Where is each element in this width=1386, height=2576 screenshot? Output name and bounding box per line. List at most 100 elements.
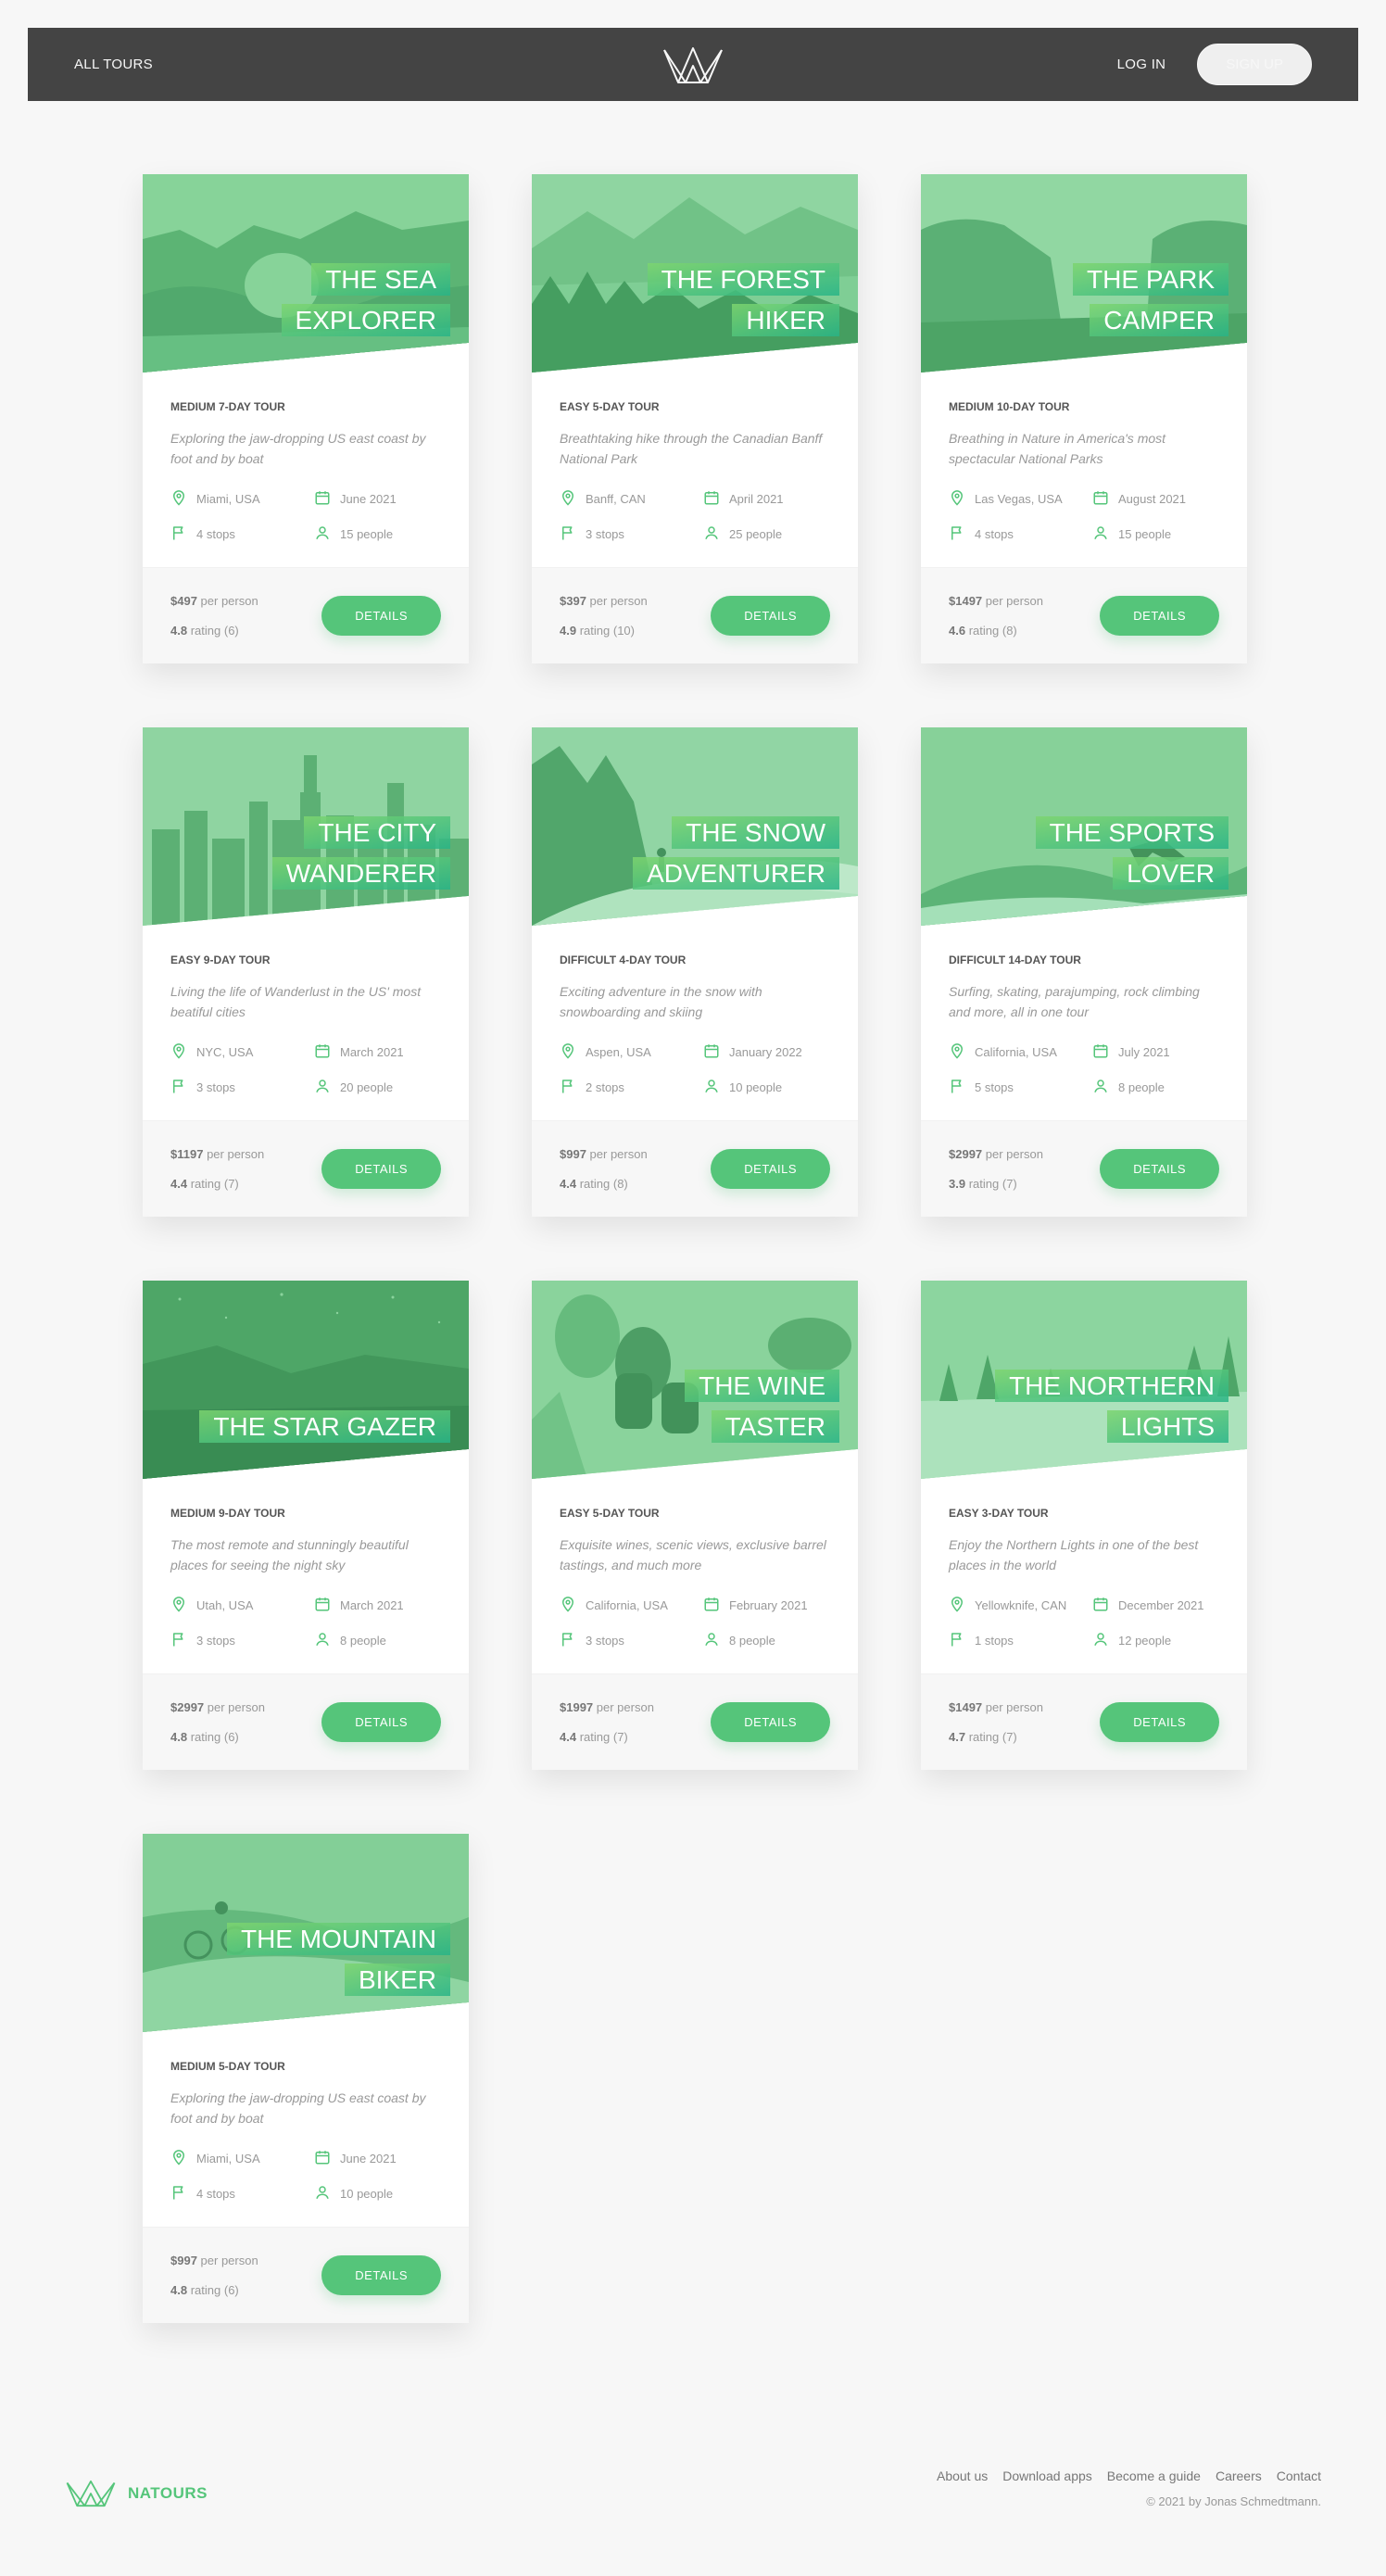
people-text: 25 people <box>729 527 783 541</box>
rating-count: (10) <box>612 623 635 638</box>
flag-icon <box>949 1078 965 1097</box>
people-item: 15 people <box>1092 524 1219 544</box>
people-text: 8 people <box>340 1634 386 1648</box>
calendar-icon <box>703 1042 720 1062</box>
tour-card: The Wine Taster Easy 5-day tour Exquisite w… <box>532 1281 858 1770</box>
price-value: $997 <box>170 2254 197 2268</box>
per-person-label: per person <box>596 1700 654 1715</box>
card-title-line-1: The Northern <box>995 1369 1228 1402</box>
details-button[interactable]: Details <box>1100 1149 1219 1189</box>
user-icon <box>1092 1078 1109 1097</box>
location-item: Aspen, USA <box>560 1042 703 1062</box>
card-title: The Star Gazer <box>189 1407 450 1447</box>
calendar-icon <box>703 1596 720 1615</box>
details-button[interactable]: Details <box>711 1702 830 1742</box>
footer-link-download[interactable]: Download apps <box>1002 2469 1092 2483</box>
login-link[interactable]: Log in <box>1117 57 1166 72</box>
per-person-label: per person <box>207 1700 265 1715</box>
footer-nav: About us Download apps Become a guide Ca… <box>937 2469 1321 2483</box>
rating-count: (8) <box>612 1176 628 1191</box>
page-frame: All tours Log in Sign up The Sea Explorer… <box>28 28 1358 2548</box>
location-text: California, USA <box>586 1598 668 1612</box>
crown-logo-icon <box>66 2480 116 2507</box>
card-footer: $1997 per person 4.4 rating (7) Details <box>532 1673 858 1770</box>
card-title-line-1: The Star Gazer <box>199 1409 450 1443</box>
tour-grid: The Sea Explorer Medium 7-day tour Explorin… <box>143 174 1247 2323</box>
card-title-line-1: The Wine <box>685 1369 839 1402</box>
card-footer: $1497 per person 4.7 rating (7) Details <box>921 1673 1247 1770</box>
calendar-icon <box>314 1042 331 1062</box>
details-button[interactable]: Details <box>321 2255 441 2295</box>
rating-label: rating <box>968 1729 1000 1744</box>
copyright: © 2021 by Jonas Schmedtmann. <box>1146 2494 1321 2508</box>
date-text: June 2021 <box>340 492 397 506</box>
stops-item: 3 stops <box>170 1631 314 1650</box>
card-title-line-1: The Sea <box>311 262 450 296</box>
card-footer: $2997 per person 4.8 rating (6) Details <box>143 1673 469 1770</box>
people-text: 10 people <box>729 1080 783 1094</box>
tour-image: The Park Camper <box>921 174 1247 373</box>
details-button[interactable]: Details <box>1100 1702 1219 1742</box>
card-body: Easy 5-day tour Exquisite wines, scenic v… <box>532 1479 858 1650</box>
per-person-label: per person <box>200 594 258 609</box>
rating-value: 4.4 <box>560 1176 577 1191</box>
price-value: $2997 <box>949 1147 983 1162</box>
card-footer: $997 per person 4.4 rating (8) Details <box>532 1120 858 1217</box>
people-item: 20 people <box>314 1078 441 1097</box>
location-text: Aspen, USA <box>586 1045 651 1059</box>
tour-image: The Star Gazer <box>143 1281 469 1479</box>
footer-link-careers[interactable]: Careers <box>1216 2469 1262 2483</box>
location-item: Las Vegas, USA <box>949 489 1092 509</box>
tour-details: Aspen, USA January 2022 2 stops 10 people <box>560 1042 830 1097</box>
card-title-line-1: The Park <box>1073 262 1228 296</box>
people-text: 15 people <box>1118 527 1172 541</box>
details-button[interactable]: Details <box>321 1149 441 1189</box>
footer-link-about[interactable]: About us <box>937 2469 988 2483</box>
all-tours-link[interactable]: All tours <box>74 57 153 72</box>
tour-summary: The most remote and stunningly beautiful… <box>170 1537 409 1573</box>
rating-value: 4.8 <box>170 1729 188 1744</box>
location-item: Miami, USA <box>170 2149 314 2168</box>
location-item: Banff, CAN <box>560 489 703 509</box>
details-button[interactable]: Details <box>711 1149 830 1189</box>
tour-summary: Enjoy the Northern Lights in one of the … <box>949 1537 1199 1573</box>
user-icon <box>314 2184 331 2203</box>
calendar-icon <box>314 2149 331 2168</box>
details-button[interactable]: Details <box>1100 596 1219 636</box>
card-footer: $2997 per person 3.9 rating (7) Details <box>921 1120 1247 1217</box>
price-rating: $1497 per person 4.6 rating (8) <box>949 587 1043 644</box>
calendar-icon <box>703 489 720 509</box>
card-body: Medium 9-day tour The most remote and stu… <box>143 1479 469 1650</box>
card-title-line-2: Lover <box>1113 856 1228 890</box>
card-title-line-2: Biker <box>344 1963 450 1996</box>
card-title-line-2: Lights <box>1106 1409 1228 1443</box>
tour-difficulty: Medium 9-day tour <box>170 1507 285 1520</box>
stops-item: 3 stops <box>170 1078 314 1097</box>
footer-link-guide[interactable]: Become a guide <box>1107 2469 1201 2483</box>
crown-logo-icon[interactable] <box>662 45 724 84</box>
people-item: 25 people <box>703 524 830 544</box>
tour-image: The Snow Adventurer <box>532 727 858 926</box>
footer-link-contact[interactable]: Contact <box>1277 2469 1321 2483</box>
rating-value: 4.6 <box>949 623 966 638</box>
location-item: California, USA <box>949 1042 1092 1062</box>
card-title-line-1: The City <box>304 815 450 849</box>
details-button[interactable]: Details <box>321 596 441 636</box>
tour-image: The Forest Hiker <box>532 174 858 373</box>
signup-button[interactable]: Sign up <box>1197 44 1312 85</box>
calendar-icon <box>314 489 331 509</box>
user-icon <box>314 1078 331 1097</box>
stops-text: 3 stops <box>196 1080 235 1094</box>
details-button[interactable]: Details <box>321 1702 441 1742</box>
people-item: 10 people <box>703 1078 830 1097</box>
rating-label: rating <box>190 1176 221 1191</box>
map-pin-icon <box>560 1596 576 1615</box>
flag-icon <box>949 1631 965 1650</box>
tour-card: The Star Gazer Medium 9-day tour The most … <box>143 1281 469 1770</box>
details-button[interactable]: Details <box>711 596 830 636</box>
date-text: February 2021 <box>729 1598 808 1612</box>
tour-card: The Forest Hiker Easy 5-day tour Breathtaki… <box>532 174 858 663</box>
tour-card: The Mountain Biker Medium 5-day tour Explor… <box>143 1834 469 2323</box>
tour-difficulty: Medium 5-day tour <box>170 2060 285 2073</box>
footer-logo[interactable]: NATOURS <box>65 2480 208 2507</box>
